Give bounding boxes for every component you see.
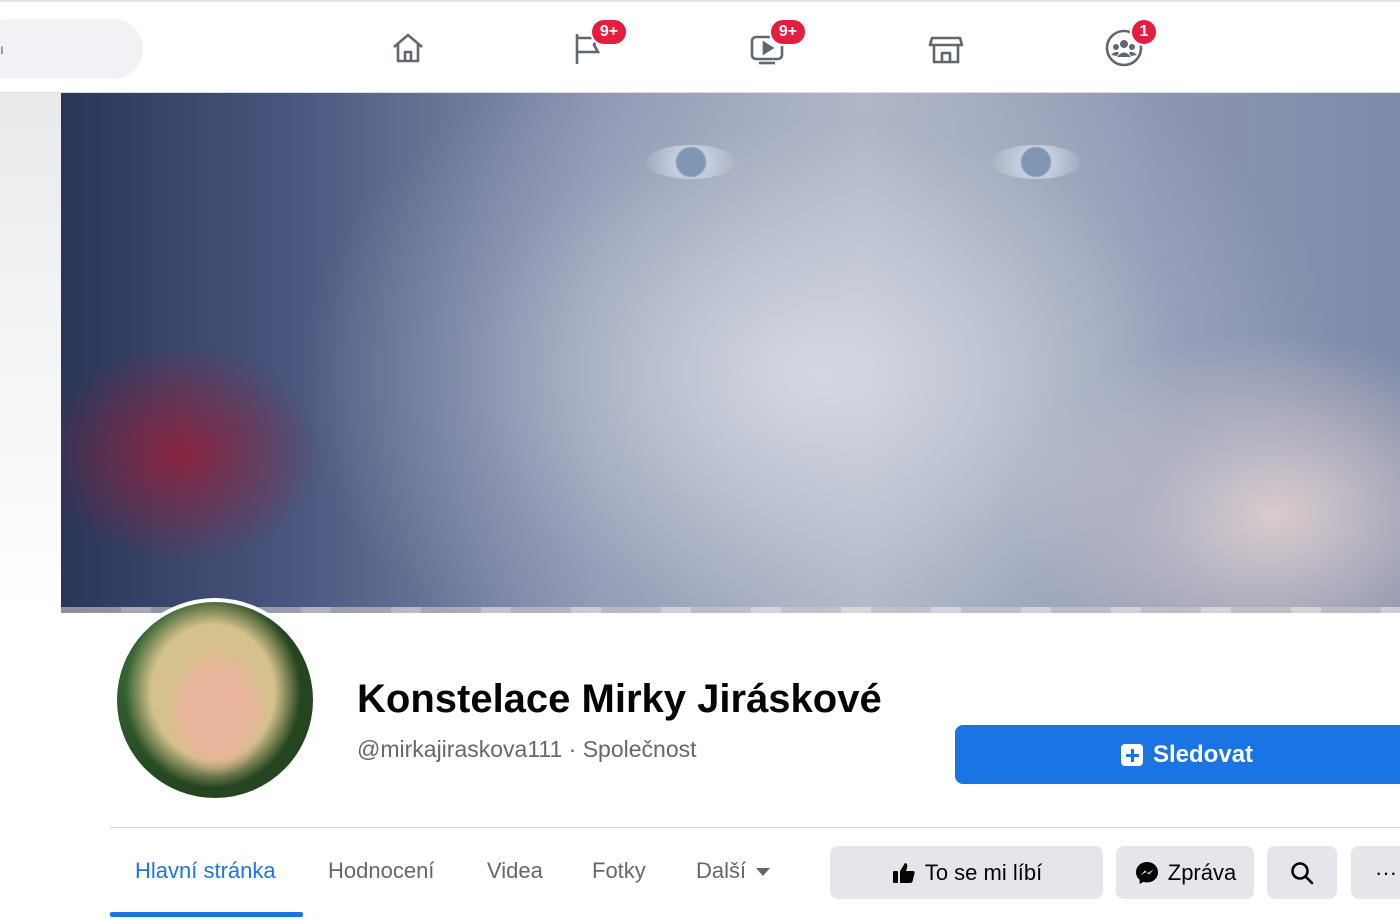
- tab-videos[interactable]: Videa: [487, 858, 543, 884]
- message-label: Zpráva: [1167, 859, 1237, 885]
- messenger-icon: [1135, 861, 1158, 884]
- search-input[interactable]: ı: [0, 19, 143, 79]
- home-icon: [393, 33, 423, 63]
- search-icon: [1291, 861, 1314, 884]
- tab-more[interactable]: Další: [696, 858, 771, 884]
- active-tab-indicator: [110, 912, 303, 917]
- like-label: To se mi líbí: [924, 859, 1043, 885]
- groups-nav-button[interactable]: 1: [1102, 18, 1158, 72]
- profile-divider: [110, 827, 1400, 828]
- store-icon: [928, 36, 964, 64]
- follow-button[interactable]: Sledovat: [955, 725, 1400, 784]
- more-options-button[interactable]: ···: [1351, 846, 1400, 899]
- tab-home[interactable]: Hlavní stránka: [135, 858, 276, 884]
- tab-more-label: Další: [696, 858, 747, 883]
- caret-down-icon: [756, 868, 771, 877]
- top-navigation-bar: ı 9+ 9+ 1: [0, 0, 1400, 93]
- tab-reviews[interactable]: Hodnocení: [328, 858, 434, 884]
- home-nav-button[interactable]: [386, 24, 430, 72]
- search-text: ı: [0, 41, 4, 57]
- search-page-button[interactable]: [1267, 846, 1337, 899]
- follow-plus-icon: [1121, 743, 1143, 766]
- cover-eye-right: [991, 145, 1081, 179]
- groups-badge: 1: [1130, 18, 1158, 46]
- watch-nav-button[interactable]: 9+: [745, 18, 807, 72]
- pages-badge: 9+: [590, 18, 628, 46]
- follow-label: Sledovat: [1153, 740, 1254, 768]
- profile-avatar[interactable]: [113, 598, 317, 802]
- cover-photo[interactable]: [61, 93, 1400, 613]
- cover-eye-left: [646, 145, 736, 179]
- thumbs-up-icon: [892, 862, 915, 883]
- like-button[interactable]: To se mi líbí: [830, 846, 1103, 899]
- marketplace-nav-button[interactable]: [924, 24, 968, 72]
- tab-photos[interactable]: Fotky: [592, 858, 646, 884]
- pages-nav-button[interactable]: 9+: [566, 18, 628, 72]
- page-title: Konstelace Mirky Jiráskové: [357, 677, 882, 721]
- left-gutter: [0, 93, 61, 613]
- page-handle: @mirkajiraskova111 · Společnost: [357, 736, 697, 762]
- watch-badge: 9+: [769, 18, 807, 46]
- message-button[interactable]: Zpráva: [1116, 846, 1254, 899]
- more-options-icon: ···: [1375, 859, 1397, 885]
